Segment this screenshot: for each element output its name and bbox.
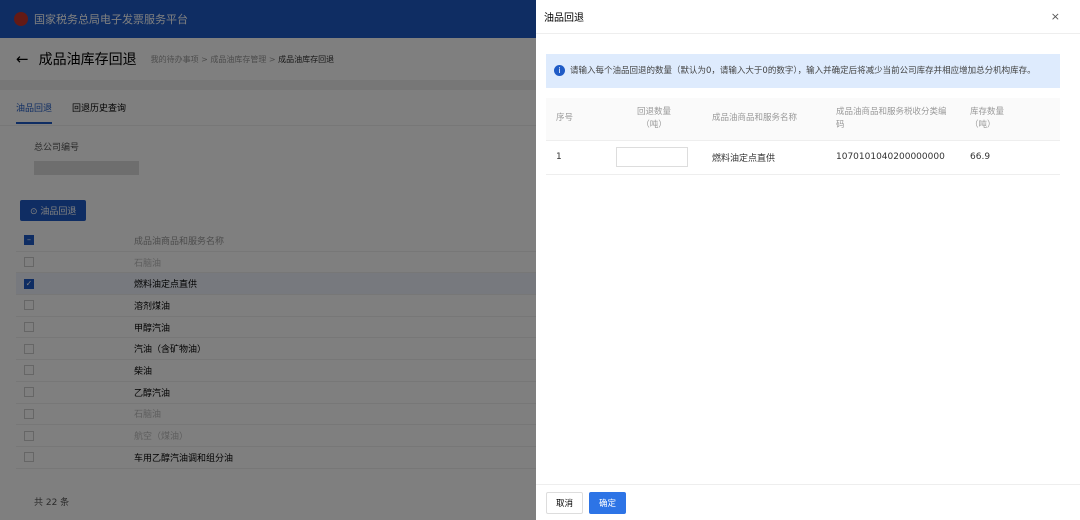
notice-text: 请输入每个油品回退的数量（默认为0，请输入大于0的数字），输入并确定后将减少当前… [570, 66, 1036, 76]
table-row: 1 燃料油定点直供 1070101040200000000 66.9 [546, 140, 1060, 175]
return-table: 序号 回退数量 （吨） 成品油商品和服务名称 成品油商品和服务税收分类编码 库存… [546, 98, 1060, 175]
row-index: 1 [546, 140, 606, 175]
return-qty-input[interactable] [616, 147, 688, 167]
col-qty: 回退数量 （吨） [606, 98, 702, 141]
close-icon[interactable]: × [1051, 10, 1060, 23]
col-code: 成品油商品和服务税收分类编码 [826, 98, 960, 141]
info-icon: i [554, 65, 565, 76]
col-stock: 库存数量 （吨） [960, 98, 1060, 141]
confirm-button[interactable]: 确定 [589, 491, 627, 514]
cancel-button[interactable]: 取消 [546, 491, 584, 514]
col-name: 成品油商品和服务名称 [702, 98, 826, 141]
row-name: 燃料油定点直供 [702, 140, 826, 175]
row-code: 1070101040200000000 [826, 140, 960, 175]
oil-return-drawer: 油品回退 × i 请输入每个油品回退的数量（默认为0，请输入大于0的数字），输入… [536, 0, 1080, 520]
col-index: 序号 [546, 98, 606, 141]
info-alert: i 请输入每个油品回退的数量（默认为0，请输入大于0的数字），输入并确定后将减少… [546, 54, 1060, 88]
drawer-footer: 取消 确定 [536, 484, 1080, 520]
row-stock: 66.9 [960, 140, 1060, 175]
drawer-title: 油品回退 [544, 13, 584, 24]
